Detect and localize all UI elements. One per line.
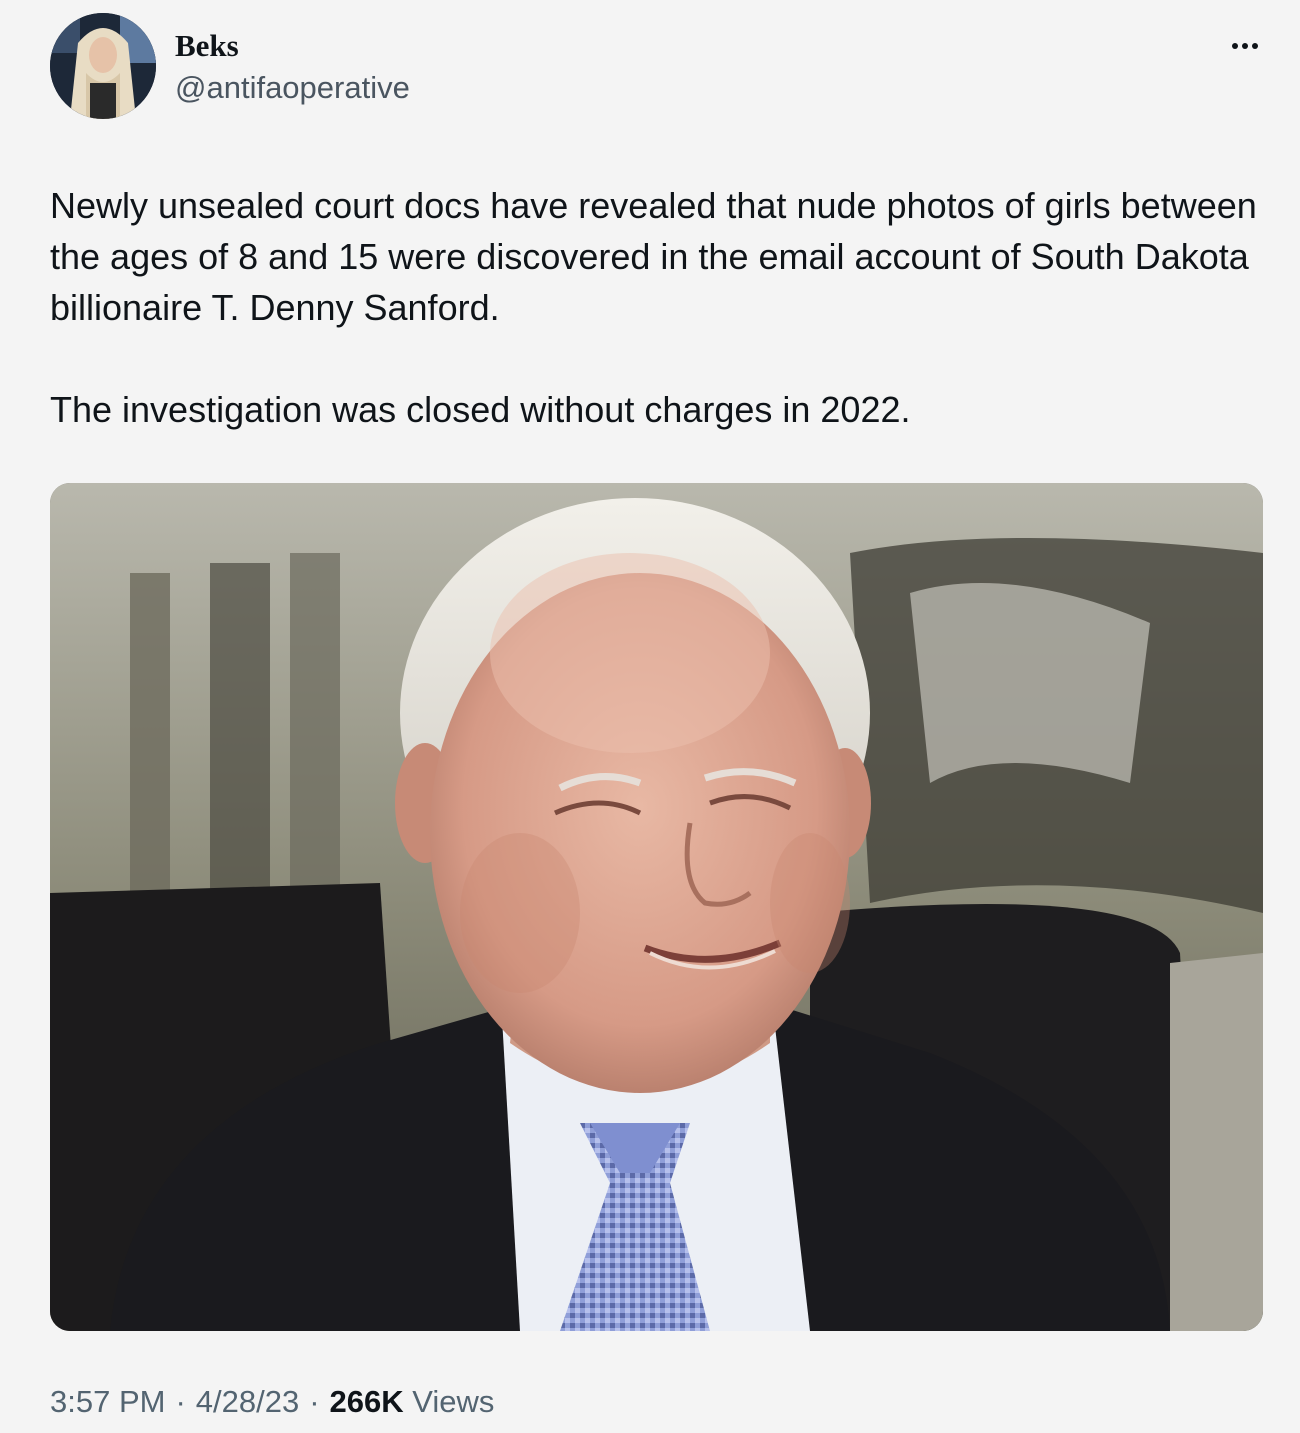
views-label: Views bbox=[412, 1384, 495, 1419]
tweet-time[interactable]: 3:57 PM bbox=[50, 1384, 165, 1419]
meta-separator: · bbox=[309, 1384, 320, 1419]
more-horizontal-icon bbox=[1232, 43, 1238, 49]
tweet-date[interactable]: 4/28/23 bbox=[196, 1384, 299, 1419]
tweet-text: Newly unsealed court docs have revealed … bbox=[50, 180, 1260, 435]
author-handle[interactable]: @antifaoperative bbox=[175, 68, 410, 108]
tweet-paragraph: Newly unsealed court docs have revealed … bbox=[50, 185, 1257, 328]
views-count: 266K bbox=[329, 1384, 404, 1419]
more-options-button[interactable] bbox=[1222, 26, 1268, 66]
meta-separator: · bbox=[175, 1384, 186, 1419]
author-display-name[interactable]: Beks bbox=[175, 26, 239, 66]
author-avatar[interactable] bbox=[50, 13, 156, 119]
tweet-meta: 3:57 PM · 4/28/23 · 266K Views bbox=[50, 1380, 494, 1424]
tweet-card: Beks @antifaoperative Newly unsealed cou… bbox=[0, 0, 1300, 1433]
tweet-photo[interactable] bbox=[50, 483, 1263, 1331]
tweet-paragraph: The investigation was closed without cha… bbox=[50, 389, 911, 430]
